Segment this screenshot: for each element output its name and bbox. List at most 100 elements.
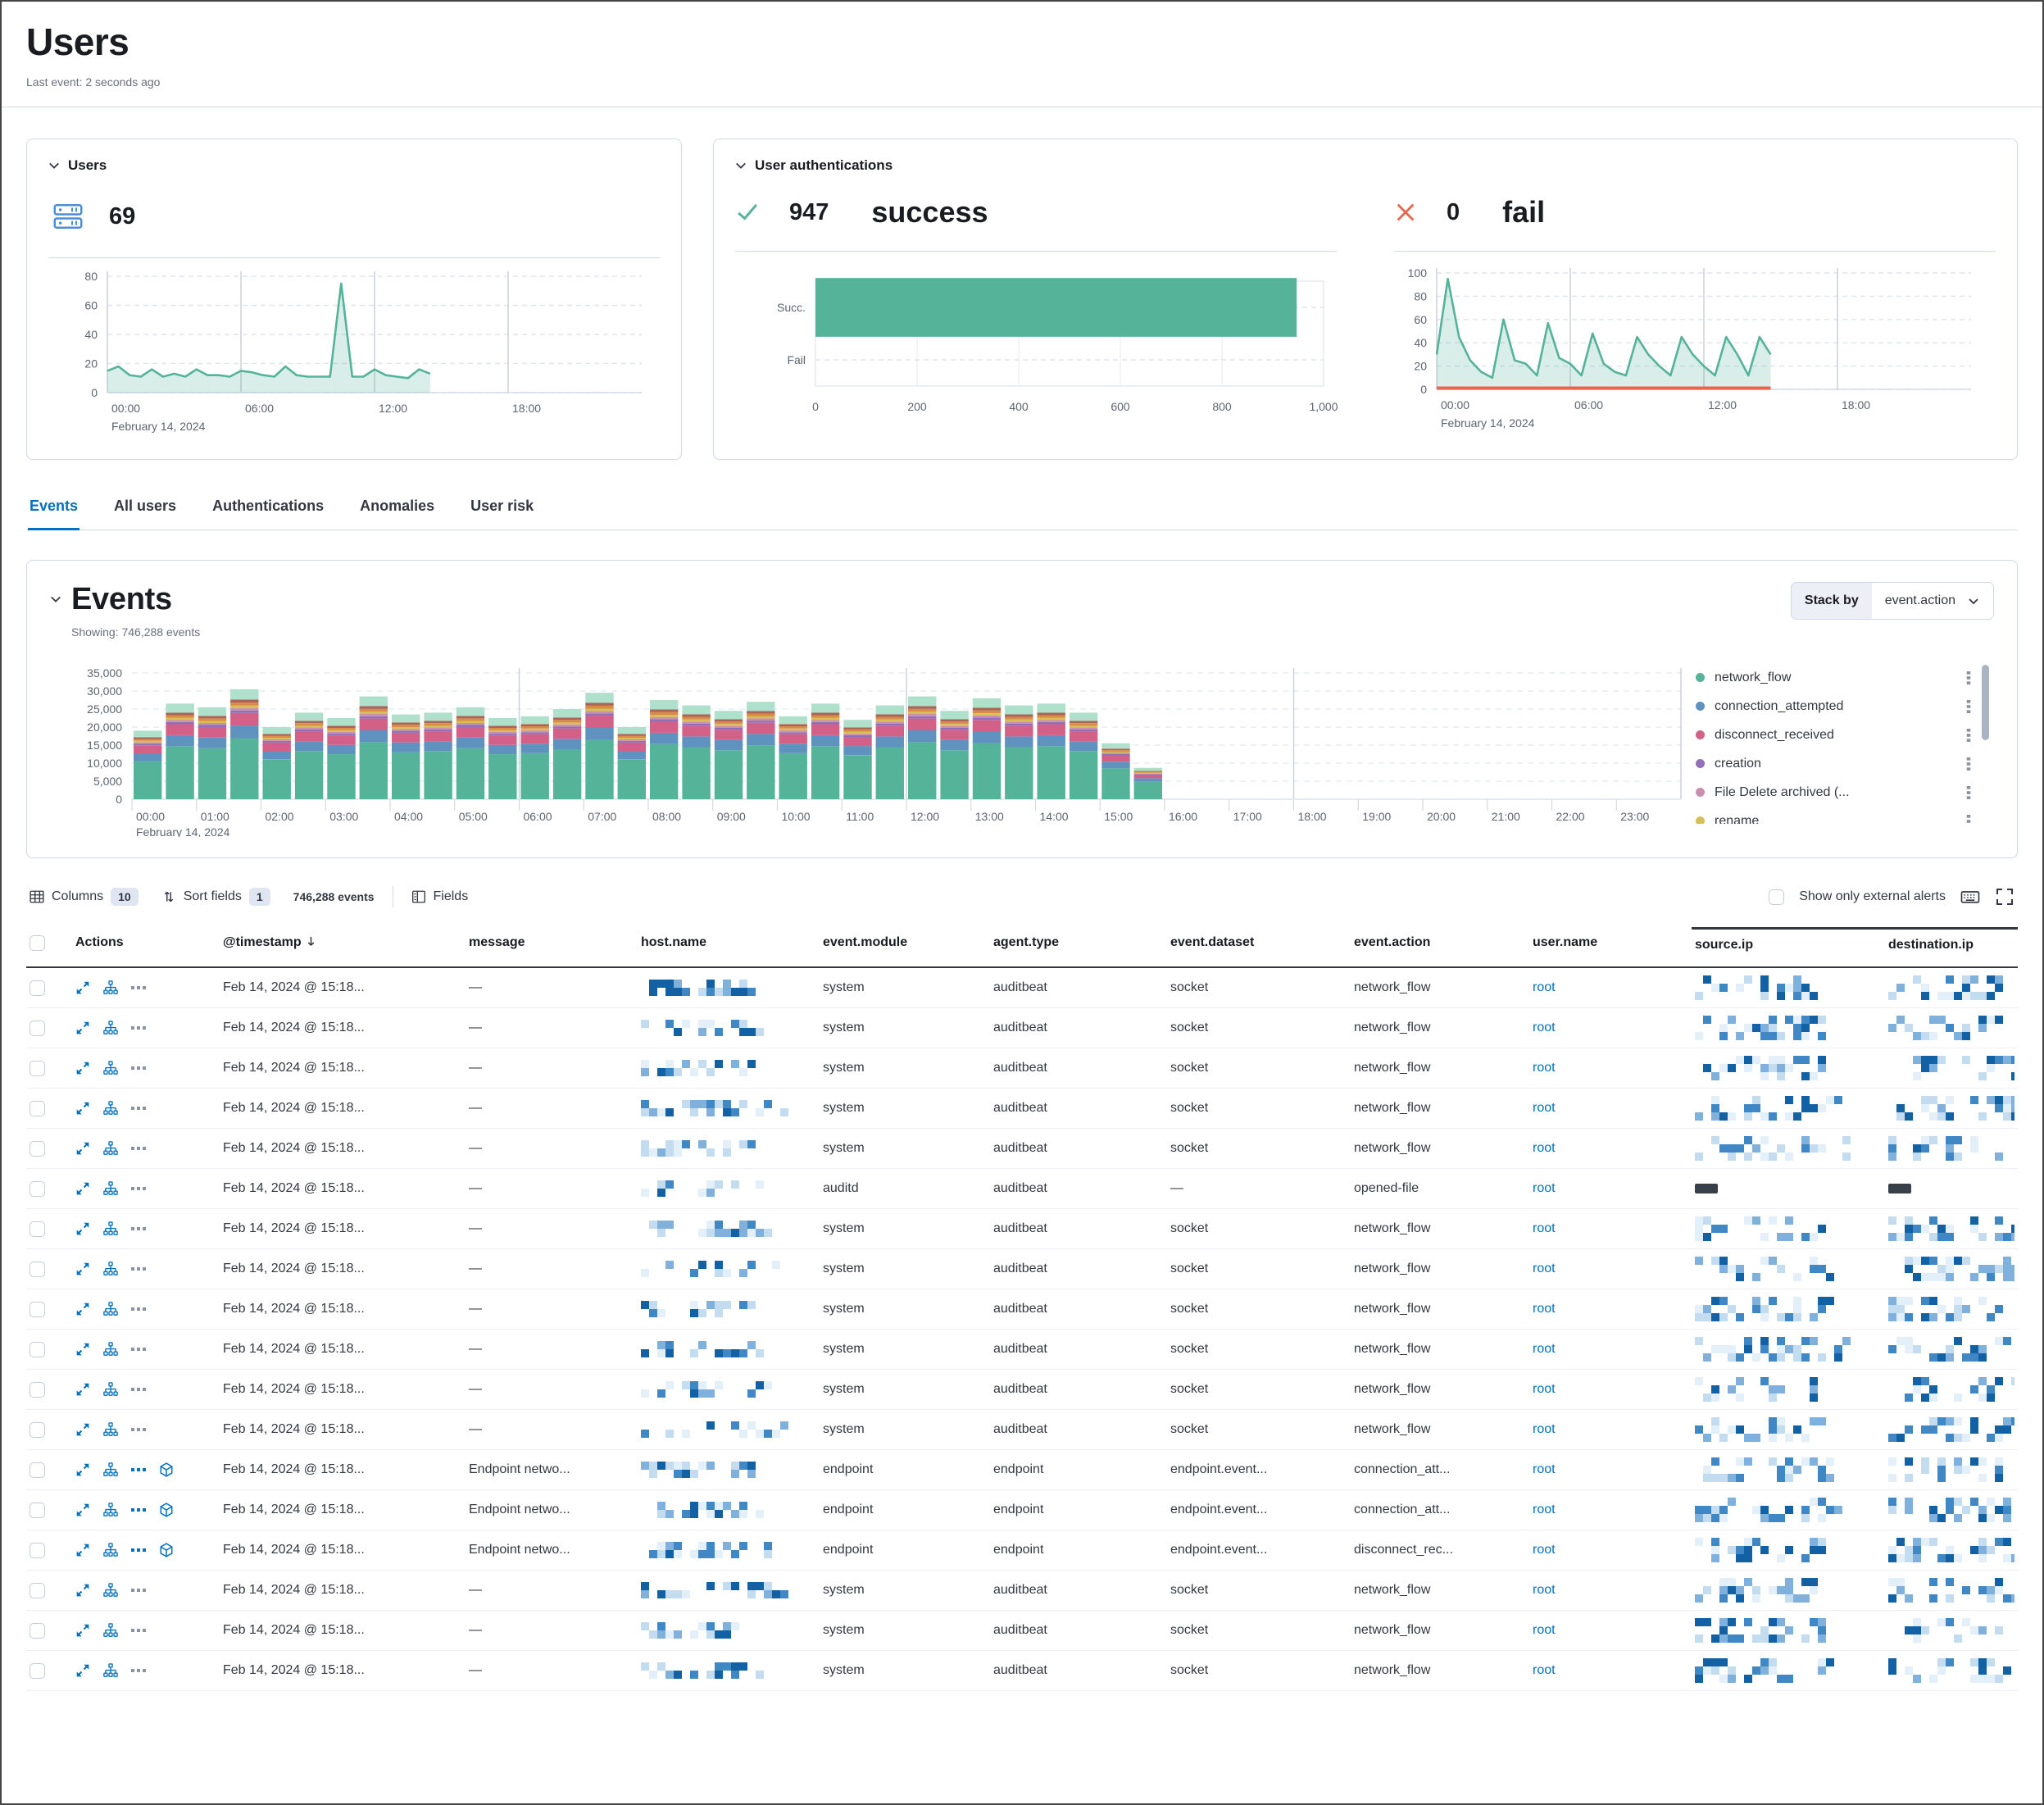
column-header-event-dataset[interactable]: event.dataset <box>1167 927 1351 968</box>
expand-event-icon[interactable] <box>75 1221 90 1236</box>
more-actions-icon[interactable] <box>131 1468 146 1471</box>
legend-scrollbar[interactable] <box>1982 665 1989 740</box>
analyze-event-icon[interactable] <box>103 1543 118 1557</box>
analyze-event-icon[interactable] <box>103 1302 118 1316</box>
column-header-user-name[interactable]: user.name <box>1529 927 1692 968</box>
row-checkbox[interactable] <box>30 1101 45 1116</box>
legend-item[interactable]: creation <box>1696 749 1994 778</box>
column-header-message[interactable]: message <box>466 927 638 968</box>
analyze-event-icon[interactable] <box>103 1021 118 1035</box>
expand-event-icon[interactable] <box>75 980 90 995</box>
legend-item[interactable]: network_flow <box>1696 663 1994 692</box>
fullscreen-icon[interactable] <box>1995 887 2014 907</box>
row-checkbox[interactable] <box>30 1543 45 1558</box>
legend-item[interactable]: disconnect_received <box>1696 721 1994 749</box>
tab-anomalies[interactable]: Anomalies <box>358 498 436 530</box>
analyze-event-icon[interactable] <box>103 1141 118 1156</box>
user-name-link[interactable]: root <box>1533 1583 1556 1598</box>
user-name-link[interactable]: root <box>1533 1262 1556 1276</box>
endpoint-package-icon[interactable] <box>159 1543 174 1557</box>
column-header-agent-type[interactable]: agent.type <box>990 927 1167 968</box>
analyze-event-icon[interactable] <box>103 1663 118 1678</box>
user-name-link[interactable]: root <box>1533 1021 1556 1035</box>
columns-button[interactable]: Columns 10 <box>30 888 139 906</box>
more-actions-icon[interactable] <box>131 1026 146 1030</box>
more-actions-icon[interactable] <box>131 1348 146 1351</box>
user-name-link[interactable]: root <box>1533 1382 1556 1397</box>
endpoint-package-icon[interactable] <box>159 1462 174 1477</box>
more-actions-icon[interactable] <box>131 1669 146 1672</box>
row-checkbox[interactable] <box>30 1342 45 1357</box>
analyze-event-icon[interactable] <box>103 1462 118 1477</box>
row-checkbox[interactable] <box>30 1623 45 1639</box>
user-name-link[interactable]: root <box>1533 1663 1556 1678</box>
more-actions-icon[interactable] <box>131 1307 146 1311</box>
legend-more-icon[interactable] <box>1965 729 1973 742</box>
keyboard-icon[interactable] <box>1960 887 1980 907</box>
expand-event-icon[interactable] <box>75 1262 90 1276</box>
user-name-link[interactable]: root <box>1533 1543 1556 1557</box>
expand-event-icon[interactable] <box>75 1583 90 1598</box>
user-name-link[interactable]: root <box>1533 980 1556 995</box>
analyze-event-icon[interactable] <box>103 1061 118 1075</box>
user-name-link[interactable]: root <box>1533 1342 1556 1357</box>
column-header-source-ip[interactable]: source.ip <box>1692 927 1885 968</box>
row-checkbox[interactable] <box>30 980 45 996</box>
row-checkbox[interactable] <box>30 1181 45 1197</box>
user-name-link[interactable]: root <box>1533 1061 1556 1075</box>
column-header--timestamp[interactable]: @timestamp <box>220 927 466 968</box>
tab-events[interactable]: Events <box>28 498 79 530</box>
legend-more-icon[interactable] <box>1965 815 1973 825</box>
user-name-link[interactable]: root <box>1533 1302 1556 1316</box>
analyze-event-icon[interactable] <box>103 1181 118 1196</box>
expand-event-icon[interactable] <box>75 1181 90 1196</box>
collapse-chevron-icon[interactable] <box>735 160 747 171</box>
more-actions-icon[interactable] <box>131 1548 146 1552</box>
user-name-link[interactable]: root <box>1533 1503 1556 1517</box>
tab-authentications[interactable]: Authentications <box>211 498 325 530</box>
analyze-event-icon[interactable] <box>103 1342 118 1357</box>
expand-event-icon[interactable] <box>75 1061 90 1075</box>
legend-more-icon[interactable] <box>1965 757 1973 771</box>
tab-all-users[interactable]: All users <box>112 498 178 530</box>
column-header-event-action[interactable]: event.action <box>1351 927 1529 968</box>
more-actions-icon[interactable] <box>131 1147 146 1150</box>
tab-user-risk[interactable]: User risk <box>469 498 535 530</box>
user-name-link[interactable]: root <box>1533 1422 1556 1437</box>
fields-button[interactable]: Fields <box>411 889 469 904</box>
expand-event-icon[interactable] <box>75 1623 90 1638</box>
column-header-host-name[interactable]: host.name <box>638 927 820 968</box>
analyze-event-icon[interactable] <box>103 1422 118 1437</box>
expand-event-icon[interactable] <box>75 1101 90 1116</box>
more-actions-icon[interactable] <box>131 1227 146 1230</box>
row-checkbox[interactable] <box>30 1422 45 1438</box>
row-checkbox[interactable] <box>30 1061 45 1076</box>
expand-event-icon[interactable] <box>75 1141 90 1156</box>
legend-item[interactable]: File Delete archived (... <box>1696 778 1994 807</box>
row-checkbox[interactable] <box>30 1262 45 1277</box>
column-header-destination-ip[interactable]: destination.ip <box>1885 927 2018 968</box>
expand-event-icon[interactable] <box>75 1422 90 1437</box>
more-actions-icon[interactable] <box>131 1629 146 1632</box>
more-actions-icon[interactable] <box>131 1589 146 1592</box>
user-name-link[interactable]: root <box>1533 1221 1556 1236</box>
more-actions-icon[interactable] <box>131 1428 146 1431</box>
analyze-event-icon[interactable] <box>103 1221 118 1236</box>
row-checkbox[interactable] <box>30 1462 45 1478</box>
more-actions-icon[interactable] <box>131 1388 146 1391</box>
user-name-link[interactable]: root <box>1533 1101 1556 1116</box>
stack-by-select[interactable]: event.action <box>1872 583 1993 619</box>
legend-item[interactable]: connection_attempted <box>1696 692 1994 721</box>
row-checkbox[interactable] <box>30 1503 45 1518</box>
sort-fields-button[interactable]: Sort fields 1 <box>161 888 270 906</box>
user-name-link[interactable]: root <box>1533 1462 1556 1477</box>
column-header-actions[interactable]: Actions <box>72 927 220 968</box>
analyze-event-icon[interactable] <box>103 1382 118 1397</box>
expand-event-icon[interactable] <box>75 1503 90 1517</box>
more-actions-icon[interactable] <box>131 1508 146 1512</box>
analyze-event-icon[interactable] <box>103 1262 118 1276</box>
expand-event-icon[interactable] <box>75 1462 90 1477</box>
legend-item[interactable]: rename <box>1696 807 1994 824</box>
more-actions-icon[interactable] <box>131 986 146 989</box>
expand-event-icon[interactable] <box>75 1302 90 1316</box>
